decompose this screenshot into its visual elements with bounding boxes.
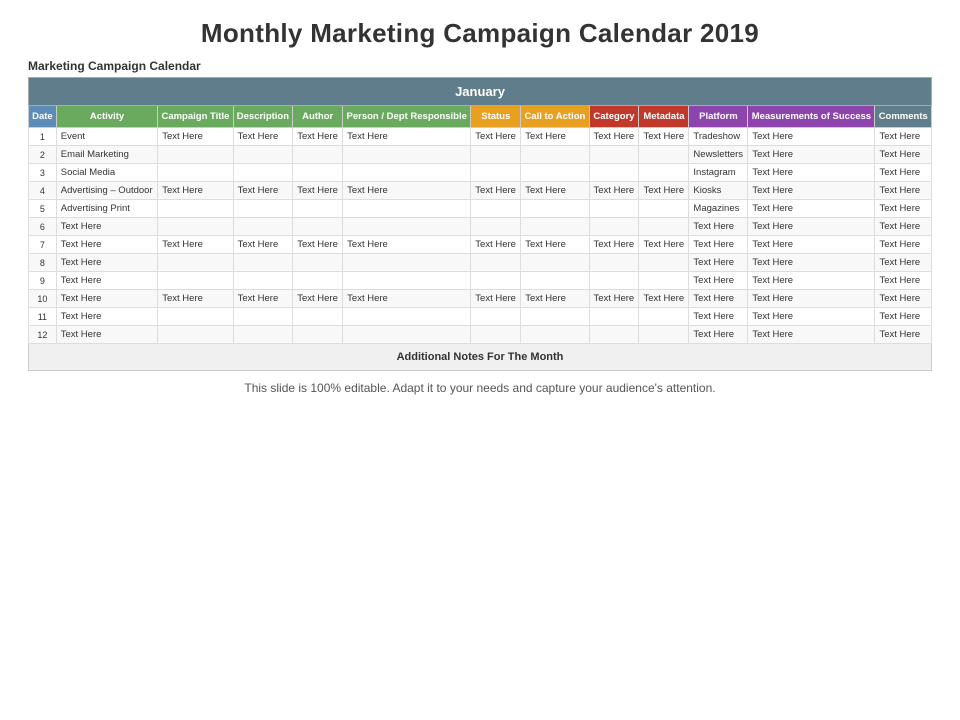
- page-title: Monthly Marketing Campaign Calendar 2019: [28, 18, 932, 49]
- col-header-comments: Comments: [875, 106, 932, 128]
- month-header-row: January: [29, 78, 932, 106]
- table-row: 5Advertising PrintMagazinesText HereText…: [29, 200, 932, 218]
- footer-note: Additional Notes For The Month: [29, 344, 932, 371]
- table-row: 3Social MediaInstagramText HereText Here: [29, 164, 932, 182]
- table-row: 7Text HereText HereText HereText HereTex…: [29, 236, 932, 254]
- month-label: January: [29, 78, 932, 106]
- table-row: 10Text HereText HereText HereText HereTe…: [29, 290, 932, 308]
- table-row: 12Text HereText HereText HereText Here: [29, 326, 932, 344]
- col-header-author: Author: [293, 106, 343, 128]
- table-row: 8Text HereText HereText HereText Here: [29, 254, 932, 272]
- column-header-row: Date Activity Campaign Title Description…: [29, 106, 932, 128]
- table-row: 6Text HereText HereText HereText Here: [29, 218, 932, 236]
- bottom-note: This slide is 100% editable. Adapt it to…: [28, 381, 932, 395]
- col-header-date: Date: [29, 106, 57, 128]
- col-header-category: Category: [589, 106, 639, 128]
- section-label: Marketing Campaign Calendar: [28, 59, 932, 73]
- col-header-status: Status: [471, 106, 521, 128]
- calendar-table: January Date Activity Campaign Title Des…: [28, 77, 932, 371]
- col-header-person: Person / Dept Responsible: [343, 106, 471, 128]
- col-header-platform: Platform: [689, 106, 748, 128]
- table-row: 11Text HereText HereText HereText Here: [29, 308, 932, 326]
- footer-row: Additional Notes For The Month: [29, 344, 932, 371]
- col-header-cta: Call to Action: [521, 106, 589, 128]
- col-header-description: Description: [233, 106, 293, 128]
- table-row: 9Text HereText HereText HereText Here: [29, 272, 932, 290]
- col-header-activity: Activity: [56, 106, 157, 128]
- col-header-metadata: Metadata: [639, 106, 689, 128]
- table-row: 1EventText HereText HereText HereText He…: [29, 128, 932, 146]
- col-header-campaign: Campaign Title: [158, 106, 233, 128]
- col-header-measurements: Measurements of Success: [748, 106, 875, 128]
- table-row: 4Advertising – OutdoorText HereText Here…: [29, 182, 932, 200]
- table-row: 2Email MarketingNewslettersText HereText…: [29, 146, 932, 164]
